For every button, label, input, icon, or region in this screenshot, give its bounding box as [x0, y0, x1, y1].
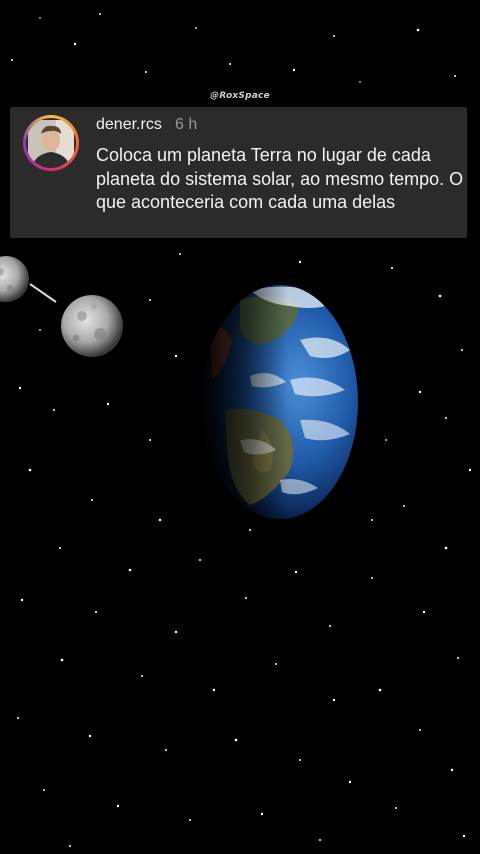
- comment-text: Coloca um planeta Terra no lugar de cada…: [96, 145, 464, 212]
- avatar[interactable]: [26, 118, 76, 168]
- earth: [202, 285, 358, 519]
- comment-card: dener.rcs 6 h Coloca um planeta Terra no…: [10, 107, 467, 238]
- avatar-story-ring[interactable]: [23, 115, 79, 171]
- moon-link: [29, 283, 57, 303]
- moon-left: [0, 256, 29, 302]
- comment-timestamp: 6 h: [175, 116, 198, 133]
- avatar-person-icon: [28, 120, 74, 166]
- comment-username[interactable]: dener.rcs: [96, 116, 162, 134]
- moon-middle: [61, 295, 123, 357]
